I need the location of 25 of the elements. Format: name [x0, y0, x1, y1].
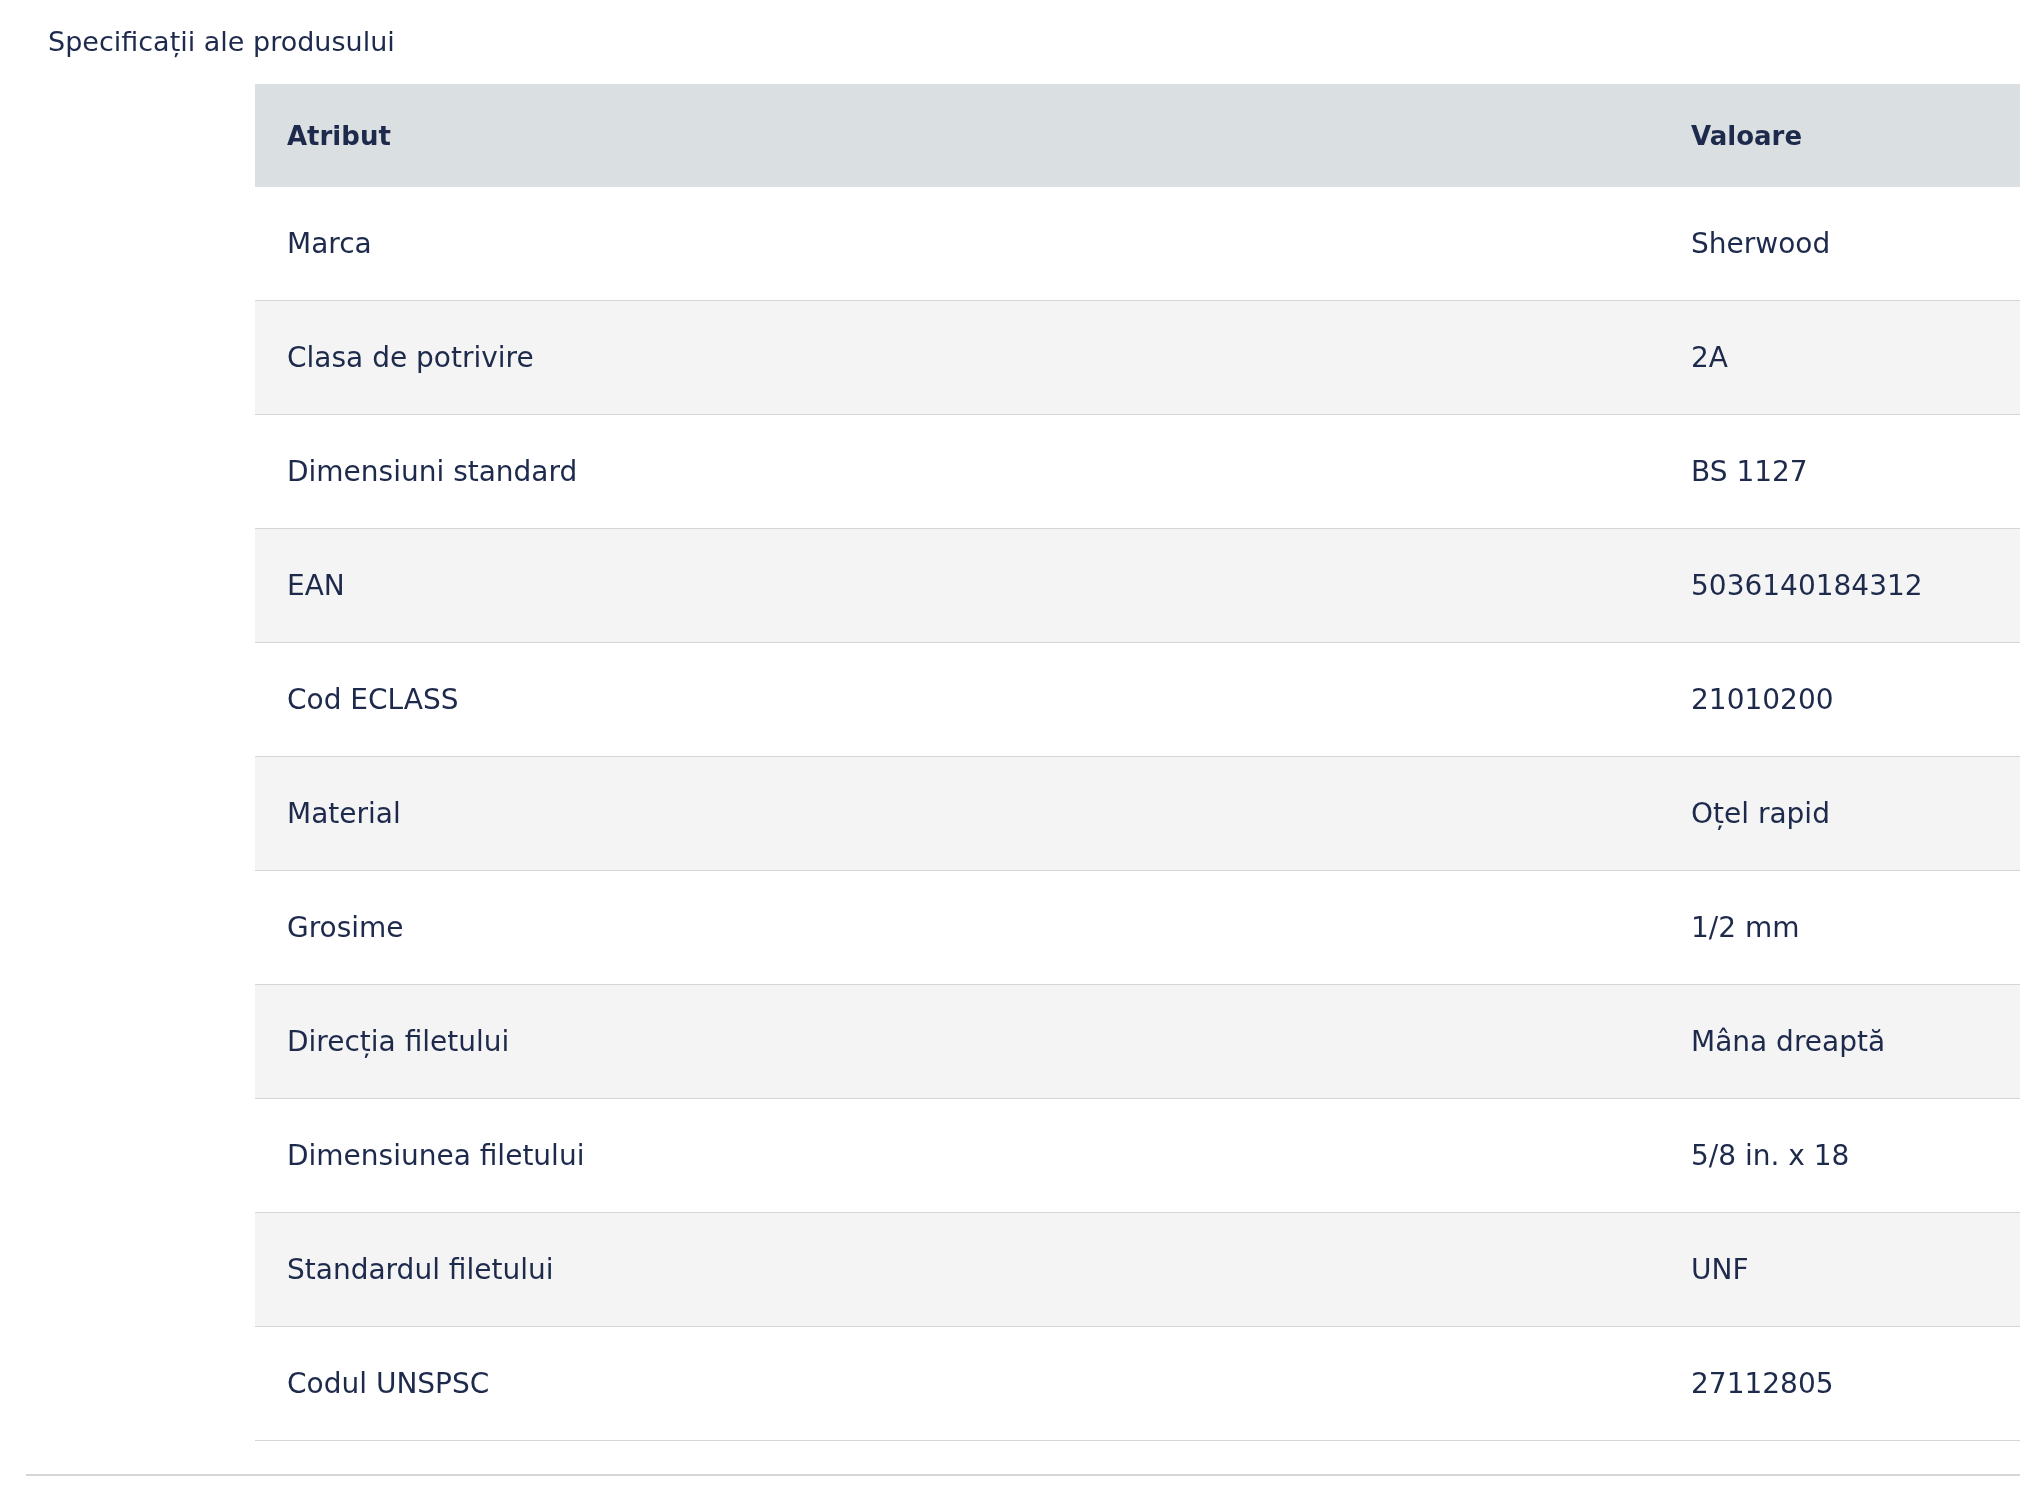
table-cell: Marca	[255, 187, 1659, 301]
table-cell: 21010200	[1659, 642, 2020, 757]
table-cell: 27112805	[1659, 1326, 2020, 1441]
table-cell: Codul UNSPSC	[255, 1326, 1659, 1441]
table-cell: Clasa de potrivire	[255, 300, 1659, 415]
table-cell: Cod ECLASS	[255, 642, 1659, 757]
table-cell: Material	[255, 756, 1659, 871]
table-cell: Standardul filetului	[255, 1212, 1659, 1327]
table-cell: UNF	[1659, 1212, 2020, 1327]
table-cell: Dimensiunea filetului	[255, 1098, 1659, 1213]
table-cell: Dimensiuni standard	[255, 414, 1659, 529]
table-cell: Mâna dreaptă	[1659, 984, 2020, 1099]
column-header: Atribut	[255, 84, 1659, 187]
table-cell: 5/8 in. x 18	[1659, 1098, 2020, 1213]
table-cell: 1/2 mm	[1659, 870, 2020, 985]
table-cell: BS 1127	[1659, 414, 2020, 529]
table-cell: 2A	[1659, 300, 2020, 415]
column-header: Valoare	[1659, 84, 2020, 187]
table-cell: Oțel rapid	[1659, 756, 2020, 871]
table-cell: Sherwood	[1659, 187, 2020, 301]
table-cell: Direcția filetului	[255, 984, 1659, 1099]
table-cell: EAN	[255, 528, 1659, 643]
section-title: Specificații ale produsului	[47, 25, 396, 60]
table-cell: Grosime	[255, 870, 1659, 985]
table-cell: 5036140184312	[1659, 528, 2020, 643]
